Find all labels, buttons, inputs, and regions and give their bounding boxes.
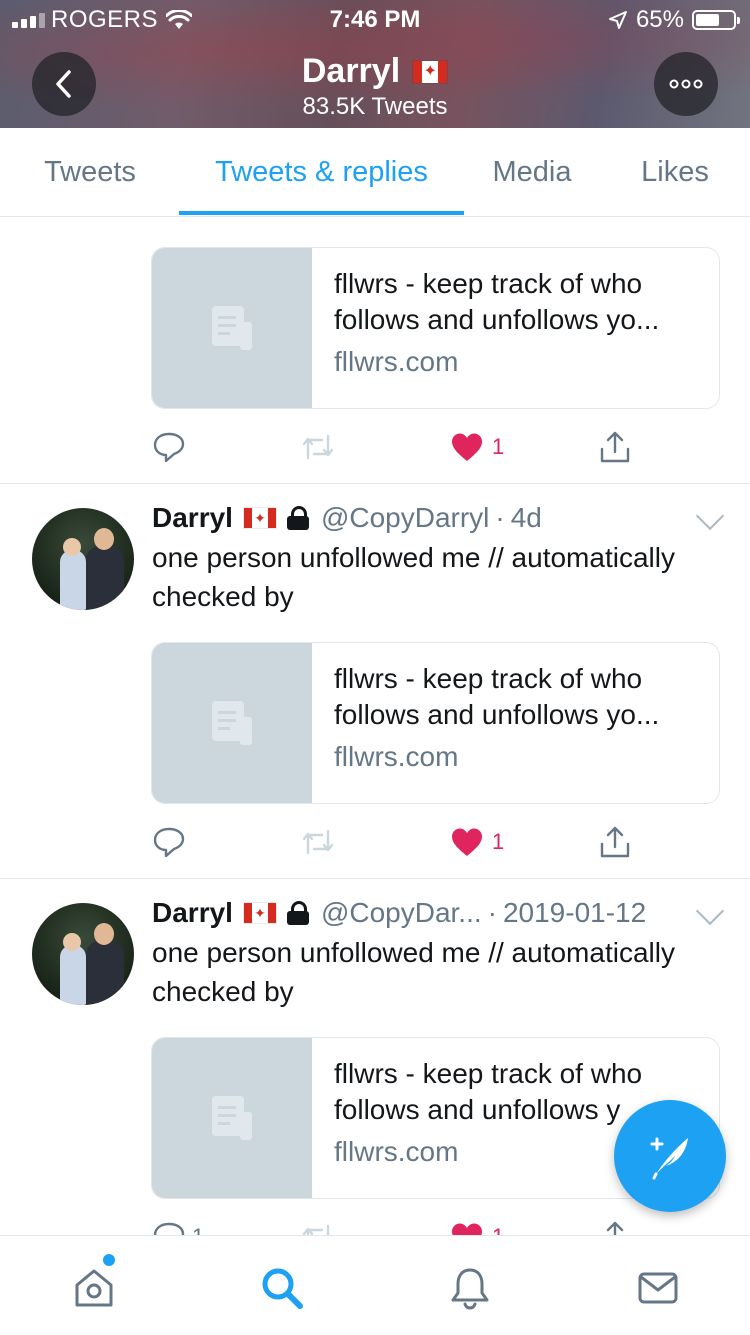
heart-filled-icon [452,1223,482,1235]
ellipsis-icon [669,79,703,89]
like-button[interactable]: 1 [450,1217,504,1235]
tweet-actions: 1 [152,427,652,467]
more-options-button[interactable] [654,52,718,116]
retweet-button[interactable] [300,1217,336,1235]
tab-tweets-and-replies[interactable]: Tweets & replies [179,128,464,216]
tweet-handle[interactable]: @CopyDar... [321,897,482,929]
nav-notifications[interactable] [444,1262,496,1314]
battery-icon [692,10,740,30]
reply-button[interactable] [152,822,186,862]
avatar[interactable] [32,903,134,1005]
tweet-author-name[interactable]: Darryl [152,502,233,534]
card-domain: fllwrs.com [334,346,459,377]
tweet[interactable]: fllwrs - keep track of who follows and u… [0,217,750,483]
chevron-down-icon[interactable] [695,896,725,926]
profile-name: Darryl [301,52,401,90]
canada-flag-icon [242,902,277,924]
tweet-actions: 1 [152,822,652,862]
link-card[interactable]: fllwrs - keep track of who follows and u… [151,247,720,409]
reply-button[interactable]: 1 [152,1217,204,1235]
link-card[interactable]: fllwrs - keep track of who follows and u… [151,642,720,804]
like-count: 1 [492,434,505,459]
compose-feather-icon [650,1137,688,1180]
reply-count: 1 [192,1224,204,1235]
tweet-header: Darryl @CopyDar... · 2019-01-12 [152,897,646,929]
card-title: fllwrs - keep track of who follows and u… [334,663,660,730]
retweet-icon [302,1224,330,1235]
share-button[interactable] [598,1217,632,1235]
battery-percent: 65% [635,6,684,33]
status-bar: ROGERS 7:46 PM 65% [0,0,750,40]
document-icon [212,701,252,745]
reply-icon [153,827,185,858]
tweet-header: Darryl @CopyDarryl · 4d [152,502,542,534]
compose-tweet-button[interactable] [614,1100,726,1212]
like-button[interactable]: 1 [450,427,504,467]
tab-likes[interactable]: Likes [622,128,728,216]
tab-tweets[interactable]: Tweets [18,128,162,216]
location-arrow-icon [608,11,627,29]
new-content-dot [103,1254,115,1266]
tweet-author-name[interactable]: Darryl [152,897,233,929]
card-title: fllwrs - keep track of who follows and u… [334,268,660,335]
heart-filled-icon [452,828,482,856]
lock-icon [286,506,309,530]
bell-icon [451,1268,489,1310]
reply-icon [153,1222,185,1235]
profile-title: Darryl 83.5K Tweets [0,52,750,121]
search-icon [262,1268,303,1309]
tweet-actions: 1 1 [152,1217,652,1235]
card-thumbnail [152,1038,312,1198]
like-count: 1 [492,829,505,854]
share-icon [606,1221,624,1235]
card-thumbnail [152,643,312,803]
nav-search[interactable] [256,1262,308,1314]
bottom-nav [0,1235,750,1335]
lock-icon [286,901,309,925]
card-domain: fllwrs.com [334,741,459,772]
profile-tabs: Tweets Tweets & replies Media Likes [0,128,750,217]
tweet-time[interactable]: 2019-01-12 [503,897,646,929]
retweet-button[interactable] [300,427,336,467]
separator-dot: · [487,897,497,928]
tweet-feed[interactable]: fllwrs - keep track of who follows and u… [0,217,750,1235]
chevron-down-icon[interactable] [695,501,725,531]
nav-home[interactable] [68,1262,120,1314]
tab-media[interactable]: Media [476,128,588,216]
share-button[interactable] [598,427,632,467]
document-icon [212,306,252,350]
tweet-count: 83.5K Tweets [302,93,448,120]
tweet[interactable]: Darryl @CopyDarryl · 4d one person unfol… [0,484,750,878]
retweet-button[interactable] [300,822,336,862]
canada-flag-icon [412,59,449,84]
reply-button[interactable] [152,427,186,467]
card-thumbnail [152,248,312,408]
avatar[interactable] [32,508,134,610]
active-tab-indicator [179,211,464,215]
share-icon [600,826,630,858]
like-count: 1 [492,1224,504,1235]
tweet-time[interactable]: 4d [511,502,542,534]
nav-messages[interactable] [632,1262,684,1314]
share-icon [600,431,630,463]
like-button[interactable]: 1 [450,822,504,862]
mail-icon [638,1272,678,1304]
heart-filled-icon [452,433,482,461]
separator-dot: · [495,502,505,533]
retweet-icon [302,434,334,460]
retweet-icon [302,829,334,855]
tweet-text: one person unfollowed me // automaticall… [152,937,675,1007]
reply-icon [153,432,185,463]
profile-header: ROGERS 7:46 PM 65% Darryl 83.5 [0,0,750,128]
share-button[interactable] [598,822,632,862]
canada-flag-icon [242,507,277,529]
tweet-handle[interactable]: @CopyDarryl [321,502,489,534]
home-icon [75,1269,113,1307]
document-icon [212,1096,252,1140]
tweet-text: one person unfollowed me // automaticall… [152,542,675,612]
